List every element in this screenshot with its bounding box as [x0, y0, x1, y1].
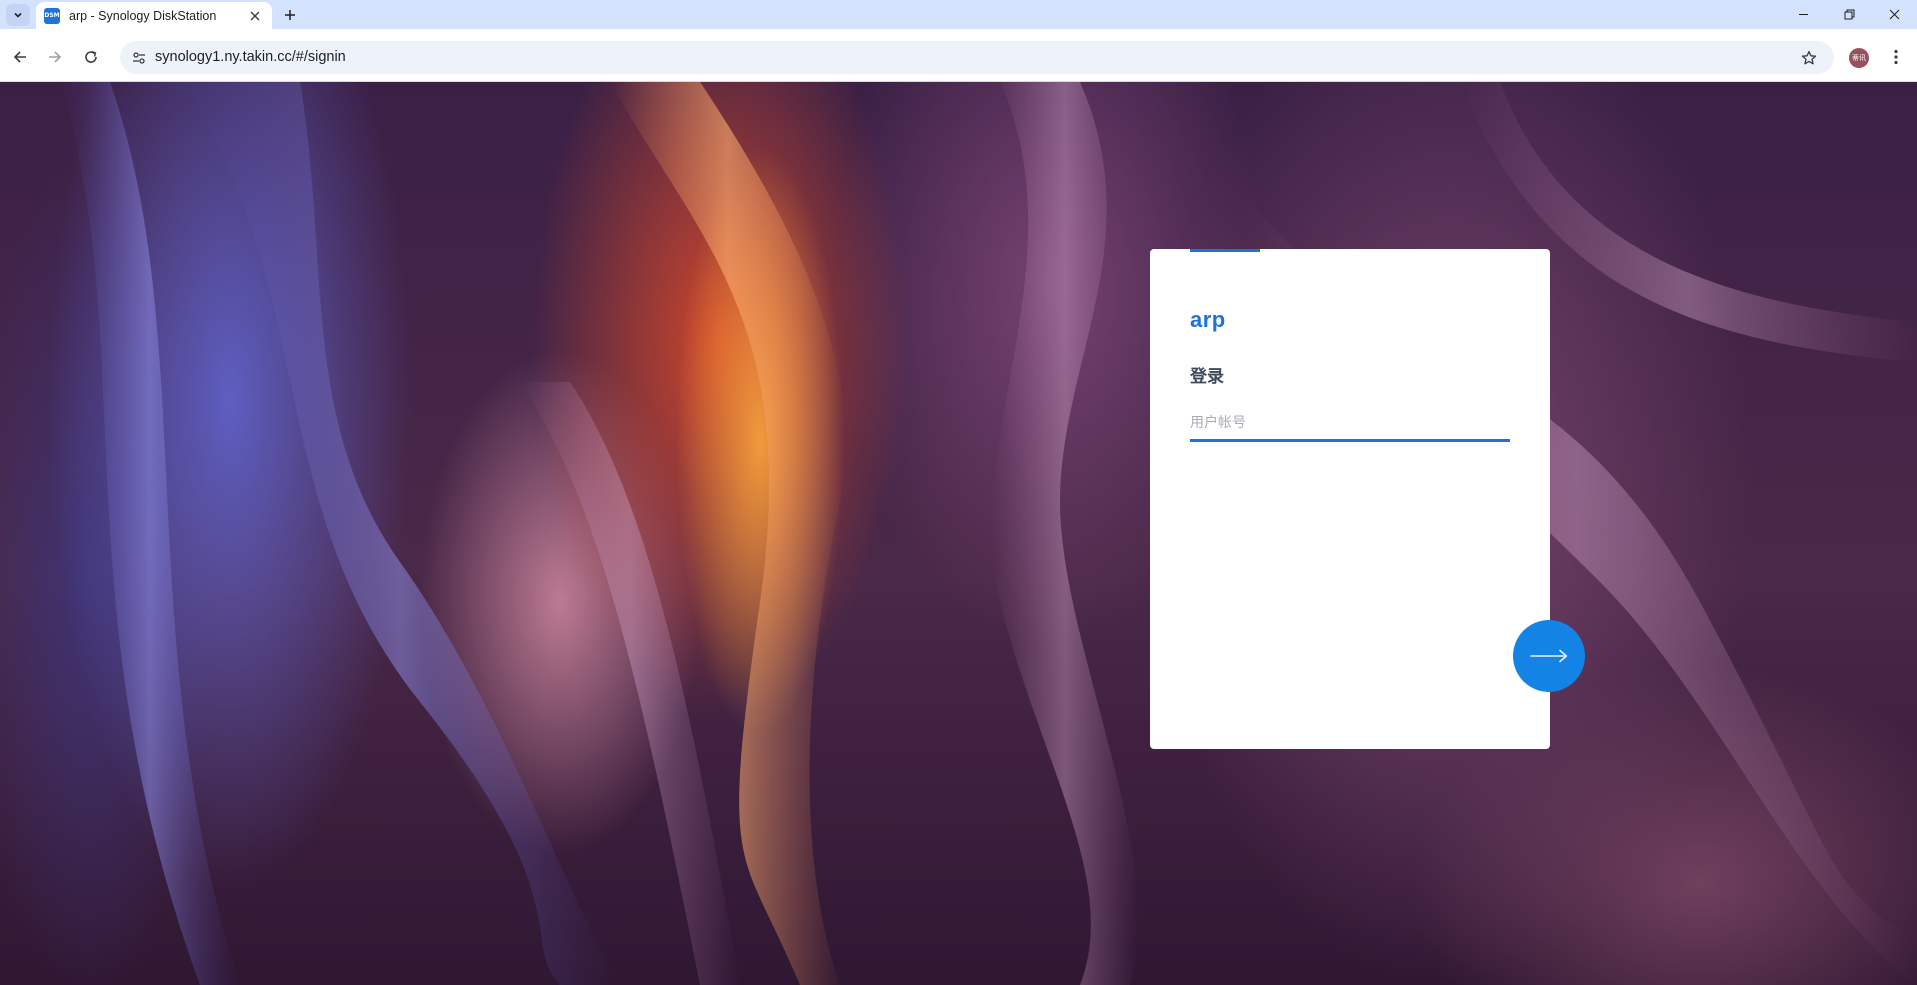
reload-icon[interactable]	[76, 42, 106, 72]
browser-tab-active[interactable]: DSM arp - Synology DiskStation	[36, 2, 272, 29]
address-bar[interactable]: synology1.ny.takin.cc/#/signin	[120, 41, 1834, 74]
url-text[interactable]: synology1.ny.takin.cc/#/signin	[155, 49, 346, 65]
back-arrow-icon[interactable]	[5, 42, 35, 72]
next-button[interactable]	[1513, 620, 1585, 692]
arrow-right-icon	[1530, 649, 1568, 663]
profile-avatar[interactable]: 蒂讯	[1849, 48, 1869, 68]
dsm-favicon-icon: DSM	[44, 7, 60, 24]
card-accent-bar	[1190, 249, 1260, 252]
browser-toolbar: synology1.ny.takin.cc/#/signin 蒂讯	[0, 29, 1917, 82]
tab-title: arp - Synology DiskStation	[69, 8, 217, 23]
browser-menu-kebab-icon[interactable]	[1885, 44, 1907, 70]
browser-tabstrip: DSM arp - Synology DiskStation	[0, 0, 1917, 29]
signin-title: 登录	[1190, 367, 1224, 386]
signin-page-background: arp 登录	[0, 82, 1917, 985]
window-restore-icon[interactable]	[1826, 0, 1872, 29]
canyon-background-art	[60, 82, 1917, 985]
login-card: arp 登录	[1150, 249, 1550, 749]
forward-arrow-icon[interactable]	[40, 42, 70, 72]
username-input[interactable]	[1190, 404, 1510, 442]
site-settings-icon[interactable]	[128, 47, 150, 69]
window-close-icon[interactable]	[1871, 0, 1917, 29]
window-minimize-icon[interactable]	[1780, 0, 1826, 29]
bookmark-star-icon[interactable]	[1798, 47, 1820, 69]
new-tab-plus-icon[interactable]	[279, 4, 301, 26]
tab-close-icon[interactable]	[246, 7, 264, 25]
server-name: arp	[1190, 307, 1226, 332]
tab-search-chevron-icon[interactable]	[6, 4, 30, 26]
